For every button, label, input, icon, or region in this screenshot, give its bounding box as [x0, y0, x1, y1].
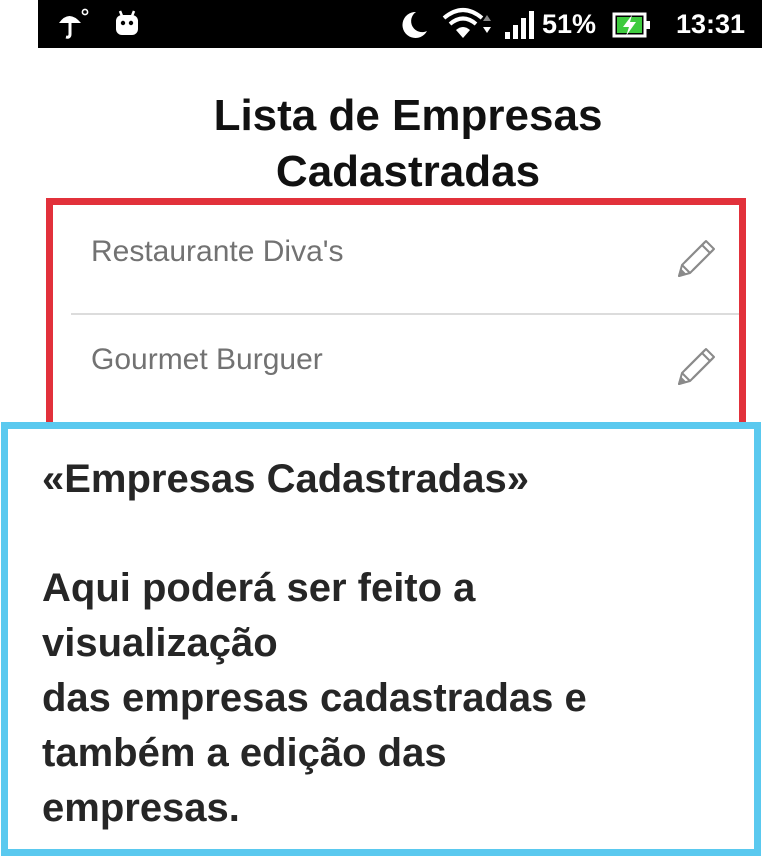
- callout-body: Aqui poderá ser feito a visualização das…: [42, 561, 587, 836]
- status-time: 13:31: [676, 9, 746, 39]
- callout-line: visualização: [42, 621, 278, 665]
- callout-line: empresas.: [42, 786, 240, 830]
- battery-charging-icon: [612, 12, 650, 38]
- annotation-callout: «Empresas Cadastradas» Aqui poderá ser f…: [1, 422, 761, 856]
- callout-line: das empresas cadastradas e: [42, 676, 587, 720]
- callout-line: Aqui poderá ser feito a: [42, 566, 476, 610]
- status-bar-right: 51% 13:31: [396, 0, 756, 48]
- battery-percent: 51%: [542, 9, 597, 39]
- status-bar: 51% 13:31: [38, 0, 762, 48]
- page-title-line-1: Lista de Empresas: [213, 91, 603, 140]
- moon-icon: [402, 11, 427, 38]
- callout-line: também a edição das: [42, 731, 447, 775]
- umbrella-icon: [59, 8, 89, 39]
- wifi-icon: [442, 8, 491, 38]
- page-title: Lista de Empresas Cadastradas: [38, 88, 762, 200]
- callout-heading: «Empresas Cadastradas»: [42, 457, 529, 501]
- page-title-line-2: Cadastradas: [275, 147, 541, 196]
- signal-icon: [505, 11, 534, 39]
- android-icon: [116, 10, 138, 35]
